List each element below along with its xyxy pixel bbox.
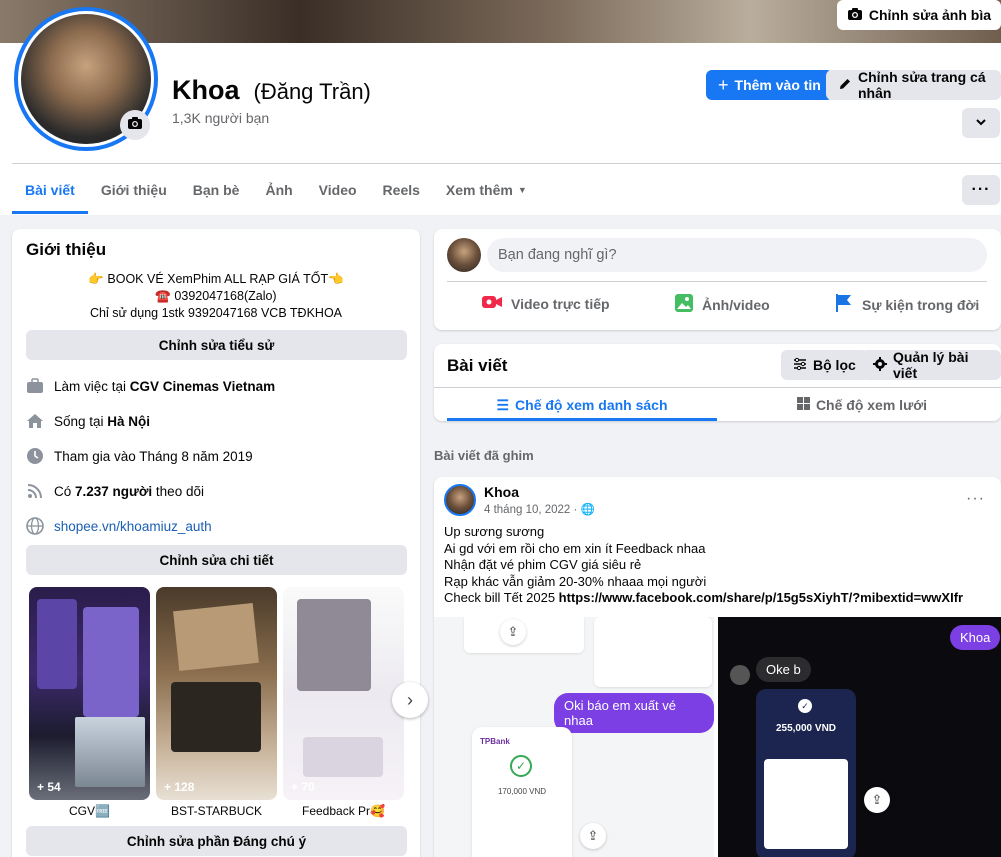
camera-icon — [127, 115, 143, 136]
info-work: Làm việc tại CGV Cinemas Vietnam — [26, 377, 275, 395]
featured-item[interactable]: + 128 — [156, 587, 277, 800]
post-more-icon[interactable]: ··· — [966, 490, 985, 508]
chevron-down-icon — [975, 115, 987, 131]
flag-icon — [834, 293, 854, 316]
filter-icon — [793, 357, 807, 374]
profile-name-text: Khoa — [172, 75, 240, 105]
active-tab-indicator — [447, 418, 717, 421]
more-options-button[interactable] — [962, 108, 1000, 138]
pinned-label: Bài viết đã ghim — [434, 448, 534, 463]
grid-icon — [796, 397, 810, 413]
posts-divider — [434, 387, 1001, 388]
featured-item[interactable]: + 54 — [29, 587, 150, 800]
globe-icon — [26, 517, 44, 535]
composer-input[interactable]: Bạn đang nghĩ gì? — [487, 238, 987, 272]
info-followers: Có 7.237 người theo dõi — [26, 482, 204, 500]
friends-count[interactable]: 1,3K người bạn — [172, 110, 269, 126]
ellipsis-icon: ··· — [971, 181, 991, 198]
chevron-right-icon: › — [407, 689, 413, 710]
header-divider — [12, 163, 1001, 164]
featured-next-button[interactable]: › — [392, 682, 428, 718]
edit-featured-button[interactable]: Chỉnh sửa phần Đáng chú ý — [26, 826, 407, 856]
add-story-button[interactable]: + Thêm vào tin — [706, 70, 833, 100]
bio-text: 👉 BOOK VÉ XemPhim ALL RẠP GIÁ TỐT👈 ☎️ 03… — [88, 272, 344, 320]
share-icon[interactable]: ⇪ — [500, 619, 526, 645]
bill-link[interactable]: https://www.facebook.com/share/p/15g5sXi… — [559, 590, 963, 605]
share-icon[interactable]: ⇪ — [580, 823, 606, 849]
post-date[interactable]: 4 tháng 10, 2022 · 🌐 — [484, 502, 595, 516]
caret-down-icon: ▼ — [517, 185, 527, 195]
life-event-button[interactable]: Sự kiện trong đời — [834, 293, 979, 316]
edit-cover-button[interactable]: Chỉnh sửa ảnh bìa — [836, 0, 1001, 30]
list-view-tab[interactable]: ☰ Chế độ xem danh sách — [447, 390, 717, 420]
briefcase-icon — [26, 377, 44, 395]
info-joined: Tham gia vào Tháng 8 năm 2019 — [26, 447, 253, 465]
posts-title: Bài viết — [447, 356, 508, 375]
tab-about[interactable]: Giới thiệu — [88, 171, 180, 209]
featured-label: Feedback Pr🥰 — [302, 804, 385, 818]
list-icon: ☰ — [496, 396, 510, 413]
tab-more[interactable]: Xem thêm ▼ — [433, 171, 540, 209]
tabs-more-button[interactable]: ··· — [962, 175, 1000, 205]
featured-item[interactable]: + 70 — [283, 587, 404, 800]
tab-reels[interactable]: Reels — [370, 171, 433, 209]
composer-avatar[interactable] — [447, 238, 481, 272]
intro-title: Giới thiệu — [26, 240, 107, 259]
camera-icon — [847, 6, 863, 25]
tab-videos[interactable]: Video — [306, 171, 370, 209]
post-photo-left[interactable]: ⇪ Oki báo em xuất vé nhaa TPBank ✓ 170,0… — [434, 617, 714, 857]
plus-icon: + — [718, 74, 729, 95]
info-lives: Sống tại Hà Nội — [26, 412, 150, 430]
clock-icon — [26, 447, 44, 465]
composer-divider — [447, 281, 987, 282]
edit-profile-button[interactable]: Chỉnh sửa trang cá nhân — [826, 69, 1001, 101]
grid-view-tab[interactable]: Chế độ xem lưới — [727, 390, 997, 420]
photo-video-button[interactable]: Ảnh/video — [674, 293, 770, 316]
info-website: shopee.vn/khoamiuz_auth — [26, 517, 212, 535]
share-icon[interactable]: ⇪ — [864, 787, 890, 813]
live-video-button[interactable]: Video trực tiếp — [481, 293, 610, 314]
profile-alt-name: (Đăng Trần) — [253, 79, 371, 104]
avatar-camera-button[interactable] — [120, 110, 150, 140]
tab-photos[interactable]: Ảnh — [252, 171, 305, 209]
filter-button[interactable]: Bộ lọc — [781, 350, 868, 380]
chat-bubble: Oki báo em xuất vé nhaa — [554, 693, 714, 733]
gear-icon — [873, 356, 887, 374]
post-text: Up sương sương Ai gd với em rồi cho em x… — [444, 524, 964, 605]
edit-bio-button[interactable]: Chỉnh sửa tiểu sử — [26, 330, 407, 360]
featured-label: BST-STARBUCK — [170, 804, 263, 818]
chat-bubble: Oke b — [756, 657, 811, 682]
profile-name: Khoa (Đăng Trần) — [172, 75, 371, 106]
tab-posts[interactable]: Bài viết — [12, 171, 88, 214]
tab-friends[interactable]: Bạn bè — [180, 171, 253, 209]
post-avatar[interactable] — [444, 484, 476, 516]
website-link[interactable]: shopee.vn/khoamiuz_auth — [54, 519, 212, 534]
pencil-icon — [838, 77, 852, 94]
post-author[interactable]: Khoa — [484, 484, 519, 500]
live-video-icon — [481, 293, 503, 314]
chat-bubble: Khoa — [950, 625, 1001, 650]
profile-tabs: Bài viết Giới thiệu Bạn bè Ảnh Video Ree… — [12, 171, 540, 215]
featured-label: CGV🆓 — [69, 804, 110, 818]
edit-details-button[interactable]: Chỉnh sửa chi tiết — [26, 545, 407, 575]
manage-posts-button[interactable]: Quản lý bài viết — [861, 349, 1001, 381]
home-icon — [26, 412, 44, 430]
rss-icon — [26, 482, 44, 500]
post-photo-right[interactable]: Khoa Oke b ✓ 255,000 VND ⇪ — [718, 617, 1001, 857]
photo-icon — [674, 293, 694, 316]
